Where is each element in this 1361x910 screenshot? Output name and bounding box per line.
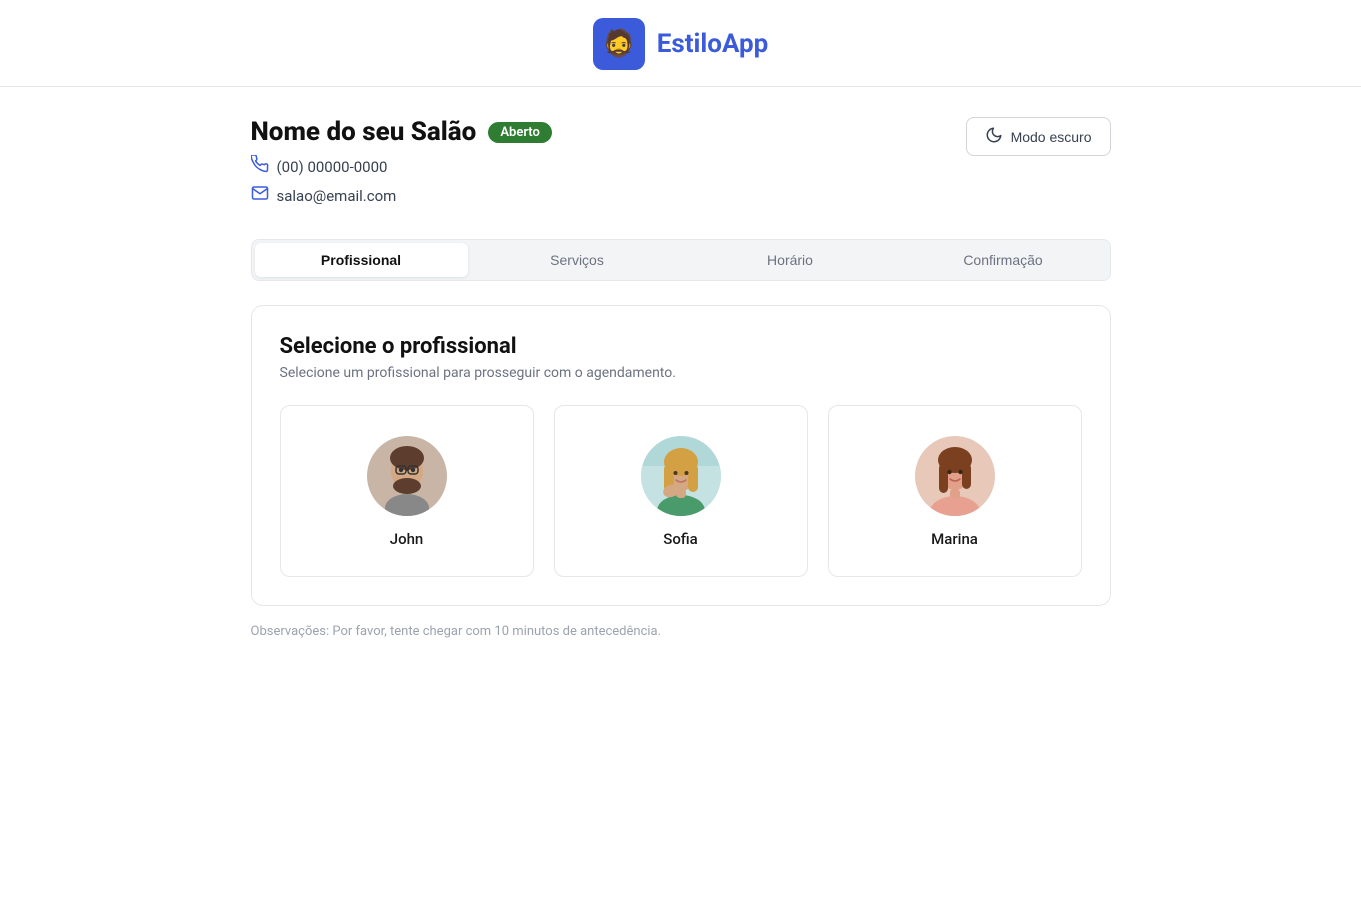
app-name: EstiloApp xyxy=(657,29,769,59)
avatar-john-svg xyxy=(367,436,447,516)
salon-title-row: Nome do seu Salão Aberto xyxy=(251,117,552,147)
app-header: 🧔 EstiloApp xyxy=(0,0,1361,87)
moon-icon xyxy=(985,126,1003,147)
email-row: salao@email.com xyxy=(251,184,552,207)
tab-servicos[interactable]: Serviços xyxy=(471,240,684,280)
section-title: Selecione o profissional xyxy=(280,334,1082,359)
main-content: Nome do seu Salão Aberto (00) 00000-0000 xyxy=(231,87,1131,639)
professional-card-john[interactable]: John xyxy=(280,405,534,577)
dark-mode-button[interactable]: Modo escuro xyxy=(966,117,1111,156)
observations-text: Observações: Por favor, tente chegar com… xyxy=(251,624,1111,639)
professional-name-marina: Marina xyxy=(931,530,978,548)
avatar-sofia-svg xyxy=(641,436,721,516)
section-subtitle: Selecione um profissional para prossegui… xyxy=(280,365,1082,381)
booking-tabs: Profissional Serviços Horário Confirmaçã… xyxy=(251,239,1111,281)
avatar-john xyxy=(367,436,447,516)
avatar-marina-svg xyxy=(915,436,995,516)
professional-name-john: John xyxy=(390,530,424,548)
professional-name-sofia: Sofia xyxy=(663,530,697,548)
status-badge: Aberto xyxy=(488,122,552,143)
phone-number: (00) 00000-0000 xyxy=(277,158,388,176)
phone-row: (00) 00000-0000 xyxy=(251,155,552,178)
contact-info: (00) 00000-0000 salao@email.com xyxy=(251,155,552,207)
tab-profissional[interactable]: Profissional xyxy=(255,243,468,277)
professionals-grid: John xyxy=(280,405,1082,577)
dark-mode-label: Modo escuro xyxy=(1011,129,1092,145)
tab-horario[interactable]: Horário xyxy=(684,240,897,280)
logo-icon: 🧔 xyxy=(603,31,635,57)
avatar-sofia xyxy=(641,436,721,516)
avatar-marina xyxy=(915,436,995,516)
salon-header: Nome do seu Salão Aberto (00) 00000-0000 xyxy=(251,117,1111,229)
email-address: salao@email.com xyxy=(277,187,397,205)
phone-icon xyxy=(251,155,269,178)
tab-confirmacao[interactable]: Confirmação xyxy=(897,240,1110,280)
professional-card-marina[interactable]: Marina xyxy=(828,405,1082,577)
professional-section-card: Selecione o profissional Selecione um pr… xyxy=(251,305,1111,606)
email-icon xyxy=(251,184,269,207)
professional-card-sofia[interactable]: Sofia xyxy=(554,405,808,577)
salon-title: Nome do seu Salão xyxy=(251,117,477,147)
salon-info-left: Nome do seu Salão Aberto (00) 00000-0000 xyxy=(251,117,552,229)
app-logo: 🧔 xyxy=(593,18,645,70)
